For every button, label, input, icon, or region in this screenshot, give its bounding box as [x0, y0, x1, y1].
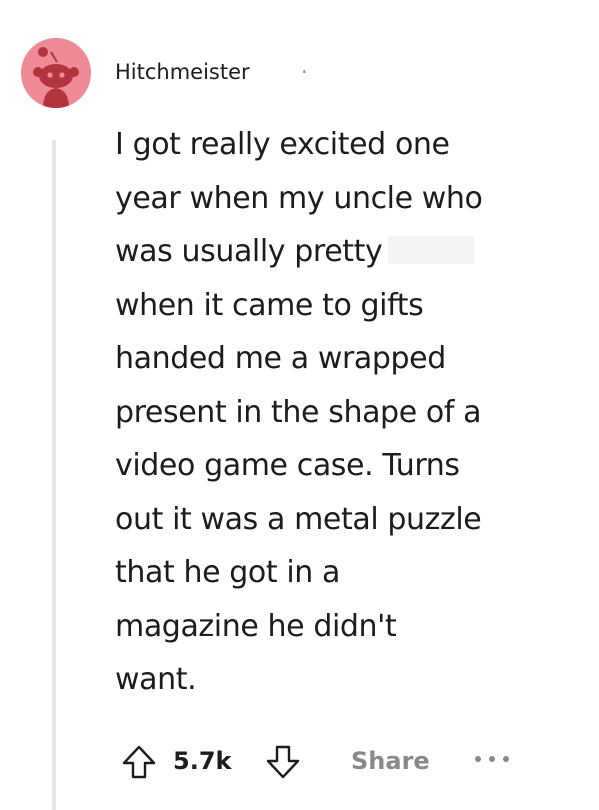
comment-line: video game case. Turns — [115, 448, 460, 483]
redacted-word — [388, 236, 475, 264]
upvote-button[interactable] — [119, 742, 159, 782]
vote-count: 5.7k — [173, 747, 232, 775]
more-options-button[interactable] — [470, 744, 514, 774]
comment-line: was usually pretty — [115, 225, 585, 279]
thread-line[interactable] — [52, 140, 56, 810]
comment-line: handed me a wrapped — [115, 341, 446, 376]
share-button[interactable]: Share — [351, 747, 430, 775]
downvote-arrow-icon — [266, 745, 300, 779]
comment-line: that he got in a — [115, 555, 341, 590]
comment-line: I got really excited one — [115, 127, 450, 162]
comment-line: when it came to gifts — [115, 287, 424, 323]
more-options-icon — [475, 756, 509, 762]
snoo-avatar-icon — [21, 38, 91, 108]
downvote-button[interactable] — [263, 742, 303, 782]
author-separator: · — [301, 60, 308, 84]
comment-body: I got really excited one year when my un… — [115, 118, 585, 707]
comment-line: want. — [115, 662, 197, 697]
comment-line: magazine he didn't — [115, 608, 397, 644]
comment-line: present in the shape of a — [115, 394, 482, 430]
comment-line: out it was a metal puzzle — [115, 501, 482, 537]
comment-author[interactable]: Hitchmeister — [115, 60, 250, 84]
user-avatar[interactable] — [21, 38, 91, 108]
upvote-arrow-icon — [122, 745, 156, 779]
comment-line: year when my uncle who — [115, 180, 483, 216]
comment-line-text: was usually pretty — [115, 234, 383, 269]
comment-action-bar: 5.7k Share — [115, 740, 585, 784]
